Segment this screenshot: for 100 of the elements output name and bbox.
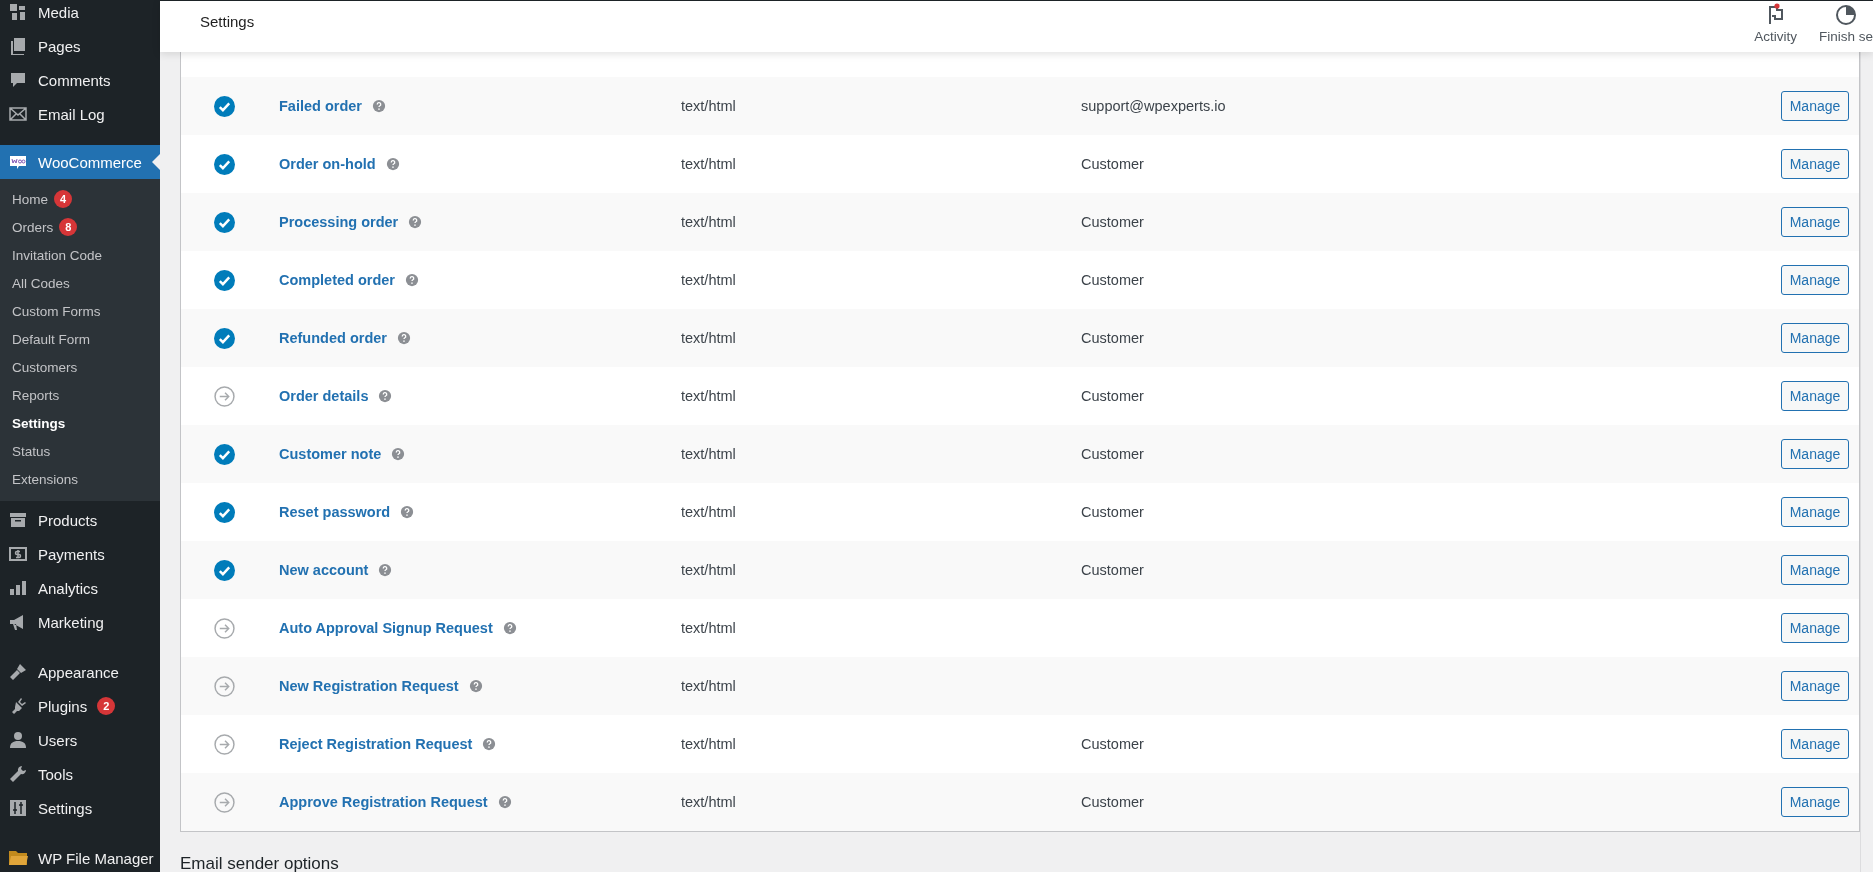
help-icon [391, 447, 406, 461]
speech-bubble-icon [8, 70, 28, 90]
table-cell: Customer [1081, 272, 1144, 288]
email-link[interactable]: Processing order [279, 214, 399, 230]
help-icon [482, 737, 497, 751]
manage-button[interactable]: Manage [1781, 381, 1849, 411]
menu-item[interactable]: Appearance [0, 655, 160, 689]
menu-item[interactable]: Media [0, 0, 160, 29]
email-link[interactable]: Refunded order [279, 330, 387, 346]
email-link[interactable]: Order on-hold [279, 156, 376, 172]
section-heading: Email sender options [180, 854, 340, 872]
menu-item[interactable]: WooCommerce [0, 145, 160, 179]
menu-item[interactable]: Users [0, 723, 160, 757]
count-badge: 8 [59, 218, 78, 236]
toolbar-button[interactable]: Finish se [1818, 3, 1873, 44]
email-link[interactable]: Customer note [279, 446, 382, 462]
toolbar-button[interactable]: Activity [1754, 3, 1797, 44]
paintbrush-icon [8, 662, 28, 682]
submenu-item[interactable]: Reports [0, 381, 160, 409]
email-link[interactable]: Reject Registration Request [279, 736, 473, 752]
menu-item[interactable]: Products [0, 503, 160, 537]
manage-button[interactable]: Manage [1781, 265, 1849, 295]
email-link[interactable]: Failed order [279, 98, 362, 114]
help-icon [400, 505, 415, 519]
submenu-item[interactable]: All Codes [0, 269, 160, 297]
manage-button[interactable]: Manage [1781, 671, 1849, 701]
manage-button[interactable]: Manage [1781, 729, 1849, 759]
table-cell: text/html [681, 794, 736, 810]
count-badge: 2 [97, 697, 116, 715]
sliders-icon [8, 798, 28, 818]
table-cell: Customer [1081, 388, 1144, 404]
menu-item[interactable]: Email Log [0, 97, 160, 131]
table-cell: text/html [681, 272, 736, 288]
email-link[interactable]: New account [279, 562, 369, 578]
manage-button[interactable]: Manage [1781, 323, 1849, 353]
manage-button[interactable]: Manage [1781, 787, 1849, 817]
email-link[interactable]: Reset password [279, 504, 391, 520]
manage-button[interactable]: Manage [1781, 613, 1849, 643]
table-cell: Customer [1081, 446, 1144, 462]
email-link[interactable]: Approve Registration Request [279, 794, 488, 810]
table-cell: text/html [681, 736, 736, 752]
envelope-icon [8, 104, 28, 124]
table-cell: text/html [681, 562, 736, 578]
help-icon [405, 273, 419, 287]
archive-box-icon [8, 510, 28, 530]
submenu-item[interactable]: Orders 8 [0, 213, 160, 241]
table-cell: text/html [681, 446, 736, 462]
manage-button[interactable]: Manage [1781, 497, 1849, 527]
help-icon [385, 157, 400, 171]
table-cell: text/html [681, 388, 736, 404]
help-icon [378, 389, 393, 403]
menu-item[interactable]: Settings [0, 791, 160, 825]
dollar-icon [8, 544, 28, 564]
progress-circle-icon [1834, 3, 1858, 27]
email-link[interactable]: Completed order [279, 272, 395, 288]
manage-button[interactable]: Manage [1781, 207, 1849, 237]
table-cell: text/html [681, 620, 736, 636]
bar-chart-icon [8, 578, 28, 598]
help-icon [396, 331, 411, 345]
help-icon [372, 99, 386, 113]
table-cell: text/html [681, 330, 736, 346]
menu-item[interactable]: Payments [0, 537, 160, 571]
submenu-item[interactable]: Invitation Code [0, 241, 160, 269]
table-cell: Customer [1081, 214, 1144, 230]
table-cell: Customer [1081, 156, 1144, 172]
manage-button[interactable]: Manage [1781, 555, 1849, 585]
submenu-item[interactable]: Extensions [0, 465, 160, 493]
media-icon [8, 2, 28, 22]
table-cell: text/html [681, 98, 736, 114]
email-link[interactable]: Order details [279, 388, 369, 404]
menu-item[interactable]: Tools [0, 757, 160, 791]
table-cell: Customer [1081, 504, 1144, 520]
submenu-item[interactable]: Customers [0, 353, 160, 381]
table-cell: Customer [1081, 736, 1144, 752]
help-icon [378, 563, 393, 577]
help-icon [468, 679, 483, 693]
pages-icon [8, 36, 28, 56]
menu-item[interactable]: Pages [0, 29, 160, 63]
email-link[interactable]: New Registration Request [279, 678, 459, 694]
table-cell: support@wpexperts.io [1081, 98, 1226, 114]
submenu-item[interactable]: Status [0, 437, 160, 465]
page-title: Settings [200, 13, 255, 30]
submenu-item[interactable]: Home 4 [0, 185, 160, 213]
email-link[interactable]: Auto Approval Signup Request [279, 620, 493, 636]
menu-item[interactable]: Marketing [0, 605, 160, 639]
menu-item[interactable]: Plugins 2 [0, 689, 160, 723]
menu-item[interactable]: WP File Manager [0, 841, 160, 872]
submenu-item[interactable]: Settings [0, 409, 160, 437]
manage-button[interactable]: Manage [1781, 91, 1849, 121]
user-icon [8, 730, 28, 750]
menu-item[interactable]: Analytics [0, 571, 160, 605]
table-cell: text/html [681, 156, 736, 172]
manage-button[interactable]: Manage [1781, 149, 1849, 179]
count-badge: 4 [54, 190, 72, 208]
manage-button[interactable]: Manage [1781, 439, 1849, 469]
menu-item[interactable]: Comments [0, 63, 160, 97]
submenu-item[interactable]: Custom Forms [0, 297, 160, 325]
submenu-item[interactable]: Default Form [0, 325, 160, 353]
table-cell: Customer [1081, 330, 1144, 346]
table-cell: text/html [681, 214, 736, 230]
